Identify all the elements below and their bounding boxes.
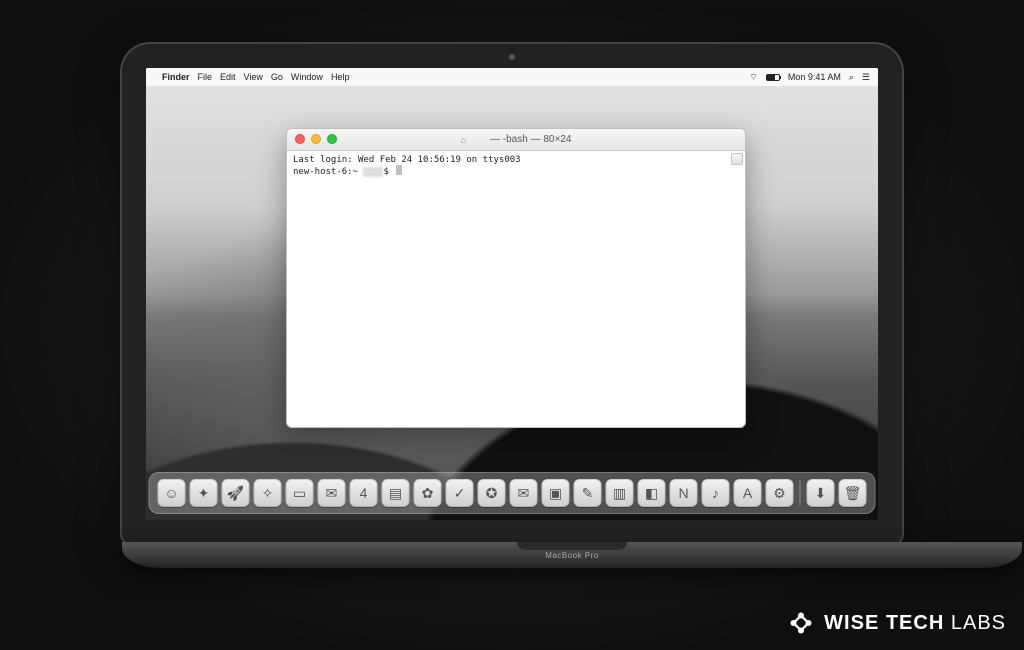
contacts-icon[interactable]: ▭	[286, 479, 314, 507]
spotlight-icon[interactable]: ⌕	[849, 72, 854, 83]
terminal-line-lastlogin: Last login: Wed Feb 24 10:56:19 on ttys0…	[293, 155, 739, 165]
laptop-base: MacBook Pro	[122, 542, 1022, 568]
reminders-icon[interactable]: ✓	[446, 479, 474, 507]
terminal-title: ⌂ — -bash — 80×24	[461, 134, 572, 145]
watermark-bold: WISE TECH	[824, 612, 944, 634]
maximize-button[interactable]	[327, 134, 337, 144]
terminal-titlebar[interactable]: ⌂ — -bash — 80×24	[287, 129, 745, 151]
menubar-left: Finder File Edit View Go Window Help	[154, 72, 349, 82]
battery-icon[interactable]	[766, 74, 780, 81]
terminal-cursor	[396, 165, 402, 175]
clock-text[interactable]: Mon 9:41 AM	[788, 72, 841, 82]
desktop-screen: Finder File Edit View Go Window Help ⌔ M…	[146, 68, 878, 520]
watermark-light: LABS	[944, 612, 1006, 634]
home-icon: ⌂	[461, 135, 466, 145]
watermark-icon	[786, 608, 816, 638]
calendar-icon[interactable]: 4	[350, 479, 378, 507]
menubar-right: ⌔ Mon 9:41 AM ⌕ ☰	[749, 72, 870, 83]
menu-view[interactable]: View	[244, 72, 263, 82]
prompt-host: new-host-6:~	[293, 167, 363, 177]
control-center-icon[interactable]: ☰	[862, 72, 870, 83]
menu-help[interactable]: Help	[331, 72, 350, 82]
terminal-title-suffix: — -bash — 80×24	[490, 134, 571, 145]
finder-icon[interactable]: ☺	[158, 479, 186, 507]
terminal-body[interactable]: Last login: Wed Feb 24 10:56:19 on ttys0…	[287, 151, 745, 427]
minimize-button[interactable]	[311, 134, 321, 144]
safari-icon[interactable]: ✦	[190, 479, 218, 507]
facetime-icon[interactable]: ▣	[542, 479, 570, 507]
photos-icon[interactable]: ✿	[414, 479, 442, 507]
watermark-text: WISE TECH LABS	[824, 612, 1006, 635]
dock-separator	[800, 480, 801, 506]
itunes-icon[interactable]: ♪	[702, 479, 730, 507]
appstore-icon[interactable]: A	[734, 479, 762, 507]
pages-icon[interactable]: ✎	[574, 479, 602, 507]
terminal-prompt-line: new-host-6:~ $	[293, 165, 739, 177]
menu-window[interactable]: Window	[291, 72, 323, 82]
laptop-mockup: Finder File Edit View Go Window Help ⌔ M…	[122, 44, 902, 568]
preferences-icon[interactable]: ⚙	[766, 479, 794, 507]
scroll-indicator-icon[interactable]	[731, 153, 743, 165]
watermark: WISE TECH LABS	[786, 608, 1006, 638]
close-button[interactable]	[295, 134, 305, 144]
window-controls	[295, 134, 337, 144]
notes-icon[interactable]: ▤	[382, 479, 410, 507]
prompt-user-masked	[363, 167, 383, 177]
keynote-icon[interactable]: ◧	[638, 479, 666, 507]
menu-edit[interactable]: Edit	[220, 72, 236, 82]
terminal-window[interactable]: ⌂ — -bash — 80×24 Last login: Wed Feb 24…	[286, 128, 746, 428]
wifi-icon[interactable]: ⌔	[749, 72, 757, 83]
downloads-icon[interactable]: ⬇	[807, 479, 835, 507]
clock-icon[interactable]: ✪	[478, 479, 506, 507]
news-icon[interactable]: N	[670, 479, 698, 507]
laptop-label: MacBook Pro	[545, 551, 599, 560]
compass-icon[interactable]: ✧	[254, 479, 282, 507]
prompt-dollar: $	[383, 167, 394, 177]
laptop-screen-bezel: Finder File Edit View Go Window Help ⌔ M…	[122, 44, 902, 544]
launchpad-icon[interactable]: 🚀	[222, 479, 250, 507]
page-background: Finder File Edit View Go Window Help ⌔ M…	[0, 0, 1024, 650]
mail-icon[interactable]: ✉	[318, 479, 346, 507]
trash-icon[interactable]: 🗑	[839, 479, 867, 507]
menubar-app-name[interactable]: Finder	[162, 72, 190, 82]
dock: ☺✦🚀✧▭✉4▤✿✓✪✉▣✎▥◧N♪A⚙⬇🗑	[149, 472, 876, 514]
menu-file[interactable]: File	[198, 72, 213, 82]
menu-go[interactable]: Go	[271, 72, 283, 82]
menubar: Finder File Edit View Go Window Help ⌔ M…	[146, 68, 878, 86]
numbers-icon[interactable]: ▥	[606, 479, 634, 507]
camera-dot	[509, 54, 515, 60]
messages-icon[interactable]: ✉	[510, 479, 538, 507]
